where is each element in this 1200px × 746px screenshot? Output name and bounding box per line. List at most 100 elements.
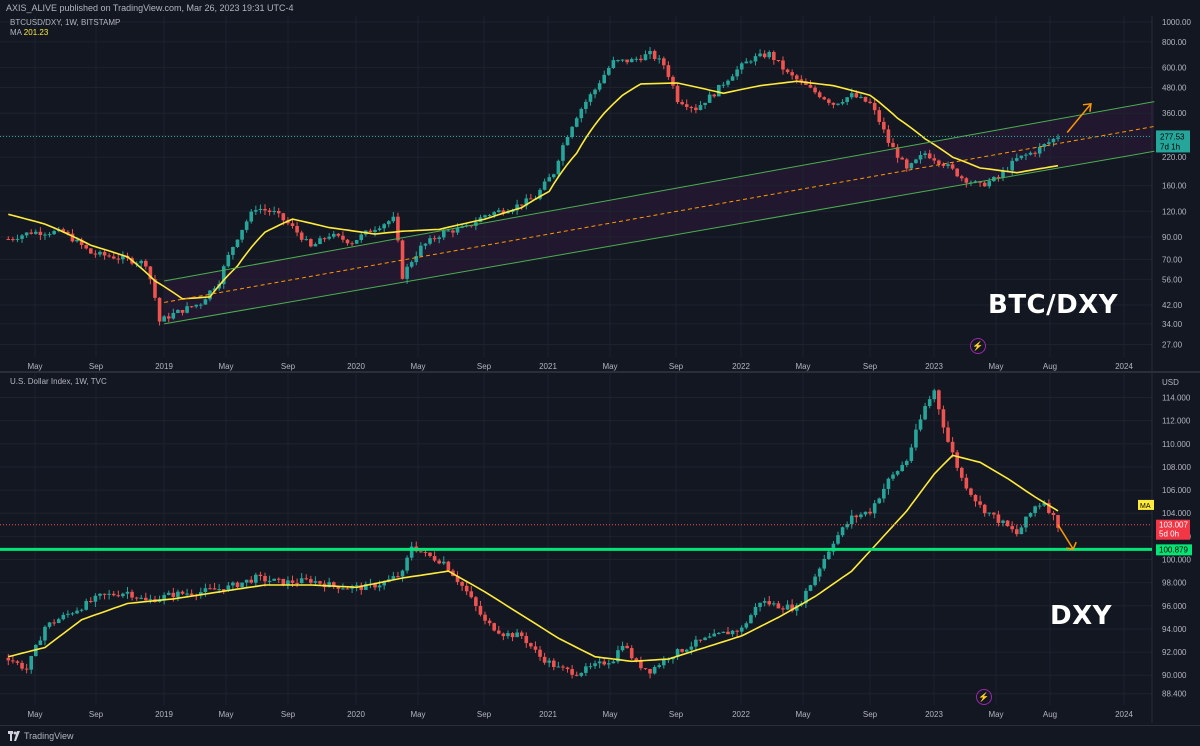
- y-tick-label: 800.00: [1162, 38, 1187, 47]
- x-tick-label: Aug: [1043, 362, 1057, 371]
- candle-body: [47, 234, 52, 236]
- candle-body: [423, 551, 428, 553]
- x-tick-label: May: [795, 710, 810, 719]
- y-tick-label: 98.000: [1162, 579, 1187, 588]
- candle-body: [38, 640, 43, 645]
- x-tick-label: May: [410, 362, 425, 371]
- candle-body: [354, 240, 359, 244]
- dxy-legend: U.S. Dollar Index, 1W, TVC: [10, 377, 107, 387]
- y-tick-label: 120.00: [1162, 207, 1187, 216]
- candle-body: [684, 104, 689, 107]
- candle-body: [868, 511, 872, 514]
- candle-body: [386, 221, 391, 225]
- btc-dxy-panel[interactable]: 1000.00800.00600.00480.00360.00280.00220…: [0, 16, 1200, 375]
- candle-body: [689, 106, 694, 108]
- candle-body: [937, 160, 941, 164]
- candle-body: [620, 59, 625, 61]
- candle-body: [377, 228, 382, 230]
- candle-body: [597, 83, 602, 90]
- candle-body: [244, 221, 249, 230]
- candle-body: [327, 236, 331, 239]
- candle-body: [762, 601, 767, 603]
- candle-body: [813, 87, 817, 93]
- candle-body: [341, 235, 345, 240]
- candle-body: [904, 460, 909, 466]
- candle-body: [808, 84, 813, 88]
- footer-brand: TradingView: [24, 731, 74, 741]
- candle-body: [762, 53, 767, 58]
- candle-body: [652, 50, 657, 60]
- candle-body: [441, 230, 446, 238]
- candle-body: [602, 661, 607, 665]
- lightning-icon[interactable]: ⚡: [976, 689, 992, 705]
- candle-body: [689, 646, 694, 650]
- y-tick-label: 1000.00: [1162, 18, 1191, 27]
- lightning-icon[interactable]: ⚡: [970, 338, 986, 354]
- candle-body: [474, 597, 478, 606]
- candle-body: [231, 247, 235, 255]
- candle-body: [749, 615, 753, 624]
- candle-body: [950, 441, 955, 453]
- x-tick-label: 2022: [732, 362, 750, 371]
- candle-body: [483, 614, 487, 621]
- candle-body: [391, 216, 396, 222]
- candle-body: [808, 585, 813, 591]
- candle-body: [891, 474, 895, 479]
- candle-body: [735, 630, 739, 632]
- candle-body: [492, 212, 496, 216]
- y-tick-label: 90.000: [1162, 671, 1187, 680]
- candle-body: [309, 579, 313, 583]
- candle-body: [139, 260, 144, 264]
- candle-body: [749, 61, 753, 63]
- candle-body: [254, 574, 258, 583]
- candle-body: [203, 299, 208, 305]
- x-tick-label: 2020: [347, 710, 365, 719]
- candle-body: [258, 208, 263, 211]
- y-tick-label: 110.000: [1162, 440, 1191, 449]
- candle-body: [313, 244, 318, 247]
- candle-body: [579, 672, 584, 676]
- candle-body: [102, 251, 107, 256]
- candle-body: [753, 606, 758, 616]
- candle-body: [299, 232, 304, 240]
- candle-body: [671, 76, 675, 86]
- candle-body: [396, 216, 400, 241]
- candle-body: [405, 266, 409, 279]
- support-label: 100.879: [1159, 545, 1188, 554]
- candle-body: [538, 649, 542, 657]
- y-tick-label: 27.00: [1162, 340, 1183, 349]
- candle-body: [959, 467, 964, 478]
- x-tick-label: Sep: [477, 710, 492, 719]
- candle-body: [400, 240, 405, 279]
- dxy-chart[interactable]: USD 114.000 112.000 110.000 108.000 106.000 10…: [0, 373, 1200, 725]
- candle-body: [634, 58, 639, 60]
- candle-body: [93, 253, 98, 255]
- y-tick-label: 114.000: [1162, 394, 1191, 403]
- candle-body: [872, 102, 877, 111]
- candle-body: [414, 256, 419, 263]
- x-tick-label: Aug: [1043, 710, 1057, 719]
- candle-body: [547, 660, 552, 663]
- candle-body: [235, 582, 240, 588]
- candle-body: [272, 578, 276, 581]
- dxy-panel[interactable]: USD 114.000 112.000 110.000 108.000 106.000 10…: [0, 373, 1200, 725]
- candle-body: [267, 210, 272, 213]
- published-header: AXIS_ALIVE published on TradingView.com,…: [6, 3, 294, 13]
- x-tick-label: Sep: [863, 710, 878, 719]
- candle-body: [987, 512, 992, 514]
- candle-body: [1033, 506, 1037, 513]
- candle-body: [189, 593, 194, 596]
- y-tick-label: 34.00: [1162, 320, 1183, 329]
- candle-body: [6, 657, 11, 661]
- candle-body: [322, 238, 327, 240]
- candle-body: [11, 239, 15, 241]
- candle-body: [730, 630, 735, 635]
- candle-body: [551, 174, 556, 178]
- candle-body: [345, 588, 350, 590]
- x-tick-label: 2020: [347, 362, 365, 371]
- y-tick-label: 100.000: [1162, 556, 1191, 565]
- candle-body: [584, 101, 588, 109]
- candle-body: [753, 56, 758, 62]
- candle-body: [98, 593, 102, 596]
- candle-body: [694, 639, 698, 647]
